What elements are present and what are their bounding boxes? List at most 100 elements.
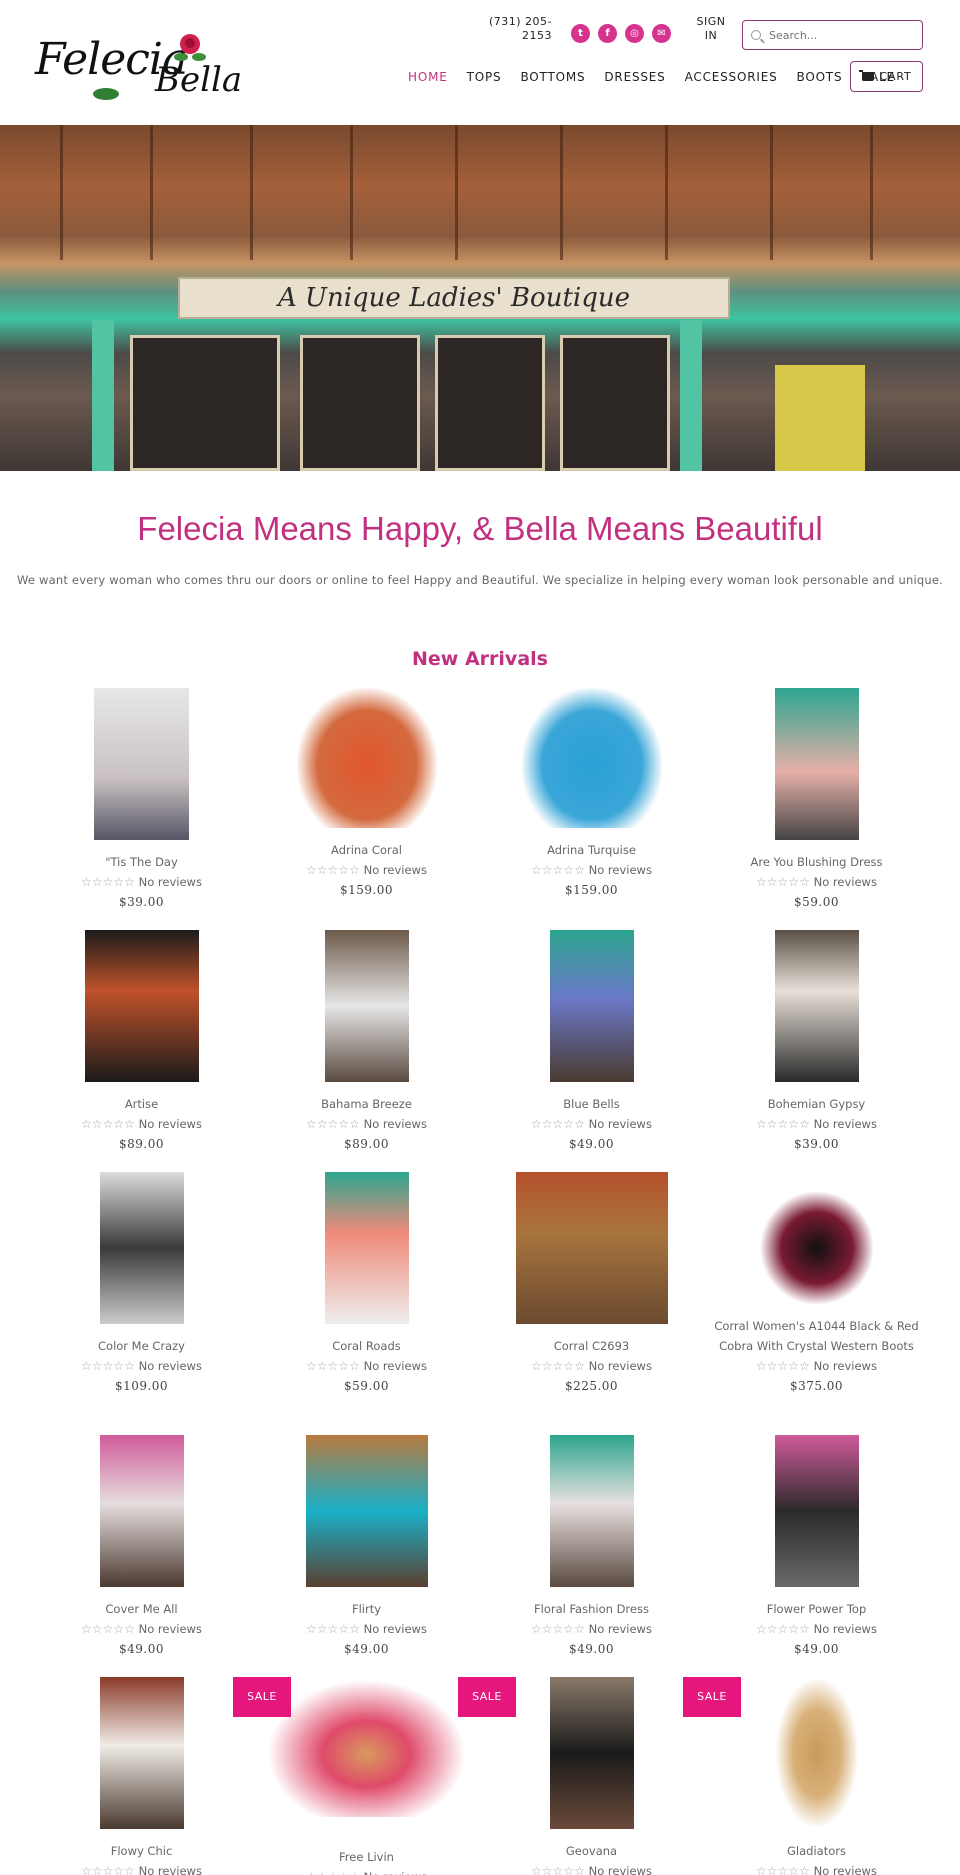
product-image[interactable] (549, 1677, 634, 1829)
product-image[interactable] (324, 930, 409, 1082)
product-image[interactable] (774, 1677, 859, 1829)
shop-window (560, 335, 670, 471)
product-card[interactable]: Flower Power Top ☆☆☆☆☆ No reviews $49.00 (704, 1435, 929, 1659)
product-card[interactable]: Coral Roads ☆☆☆☆☆ No reviews $59.00 (254, 1172, 479, 1396)
product-name[interactable]: Free Livin (254, 1847, 479, 1867)
product-image[interactable] (99, 1677, 184, 1829)
nav-dresses[interactable]: DRESSES (604, 70, 665, 84)
review-count: No reviews (138, 1864, 202, 1875)
product-card[interactable]: Corral Women's A1044 Black & Red Cobra W… (704, 1172, 929, 1396)
product-image[interactable] (305, 1435, 428, 1587)
product-image[interactable] (774, 1435, 859, 1587)
product-name[interactable]: Color Me Crazy (29, 1336, 254, 1356)
product-rating: ☆☆☆☆☆ No reviews (704, 872, 929, 892)
nav-home[interactable]: HOME (408, 70, 448, 84)
product-name[interactable]: Corral C2693 (479, 1336, 704, 1356)
twitter-icon[interactable]: t (571, 24, 590, 43)
product-card[interactable]: SALE Geovana ☆☆☆☆☆ No reviews (458, 1677, 704, 1875)
shop-sign-text: A Unique Ladies' Boutique (278, 283, 630, 313)
cart-button[interactable]: CART (850, 61, 923, 92)
product-card[interactable]: Color Me Crazy ☆☆☆☆☆ No reviews $109.00 (29, 1172, 254, 1396)
product-name[interactable]: Flowy Chic (29, 1841, 254, 1861)
product-name[interactable]: "Tis The Day (29, 852, 254, 872)
sign-in-link[interactable]: SIGN IN (695, 15, 727, 43)
product-name[interactable]: Flower Power Top (704, 1599, 929, 1619)
product-card[interactable]: Blue Bells ☆☆☆☆☆ No reviews $49.00 (479, 930, 704, 1154)
product-card[interactable]: Artise ☆☆☆☆☆ No reviews $89.00 (29, 930, 254, 1154)
star-icon: ☆☆☆☆☆ (531, 1622, 589, 1636)
star-icon: ☆☆☆☆☆ (531, 863, 589, 877)
review-count: No reviews (363, 1117, 427, 1131)
site-logo[interactable]: Felecia Bella (35, 34, 250, 112)
product-name[interactable]: Geovana (479, 1841, 704, 1861)
nav-bottoms[interactable]: BOTTOMS (520, 70, 585, 84)
product-card[interactable]: Adrina Coral ☆☆☆☆☆ No reviews $159.00 (254, 688, 479, 900)
product-name[interactable]: Blue Bells (479, 1094, 704, 1114)
product-name[interactable]: Floral Fashion Dress (479, 1599, 704, 1619)
product-card[interactable]: Cover Me All ☆☆☆☆☆ No reviews $49.00 (29, 1435, 254, 1659)
facebook-icon[interactable]: f (598, 24, 617, 43)
review-count: No reviews (813, 1864, 877, 1875)
product-image[interactable] (760, 1192, 873, 1304)
nav-boots[interactable]: BOOTS (797, 70, 843, 84)
product-image[interactable] (774, 688, 859, 840)
search-box[interactable] (742, 20, 923, 50)
product-name[interactable]: Bahama Breeze (254, 1094, 479, 1114)
product-image[interactable] (99, 1172, 184, 1324)
product-image[interactable] (264, 1677, 469, 1817)
product-card[interactable]: Flirty ☆☆☆☆☆ No reviews $49.00 (254, 1435, 479, 1659)
product-image[interactable] (521, 688, 662, 828)
star-icon: ☆☆☆☆☆ (306, 1359, 364, 1373)
product-image[interactable] (94, 688, 189, 840)
product-card[interactable]: SALEFree Livin☆☆☆☆☆ No reviews (233, 1677, 479, 1875)
product-name[interactable]: Adrina Coral (254, 840, 479, 860)
product-image[interactable] (515, 1172, 668, 1324)
product-image[interactable] (84, 930, 199, 1082)
product-image[interactable] (296, 688, 437, 828)
product-rating: ☆☆☆☆☆ No reviews (704, 1356, 929, 1376)
star-icon: ☆☆☆☆☆ (756, 1864, 814, 1875)
product-name[interactable]: Cover Me All (29, 1599, 254, 1619)
instagram-icon[interactable]: ◎ (625, 24, 644, 43)
product-name[interactable]: Flirty (254, 1599, 479, 1619)
product-image[interactable] (324, 1172, 409, 1324)
product-card[interactable]: Corral C2693 ☆☆☆☆☆ No reviews $225.00 (479, 1172, 704, 1396)
product-card[interactable]: Are You Blushing Dress ☆☆☆☆☆ No reviews $5… (704, 688, 929, 912)
product-name[interactable]: Artise (29, 1094, 254, 1114)
product-name[interactable]: Corral Women's A1044 Black & Red Cobra W… (704, 1316, 929, 1356)
product-card[interactable]: Bahama Breeze ☆☆☆☆☆ No reviews $89.00 (254, 930, 479, 1154)
roof-seam (665, 125, 668, 260)
porch-post (92, 320, 114, 471)
search-input[interactable] (769, 28, 909, 42)
product-card[interactable]: "Tis The Day ☆☆☆☆☆ No reviews $39.00 (29, 688, 254, 912)
product-card[interactable]: Adrina Turquise ☆☆☆☆☆ No reviews $159.00 (479, 688, 704, 900)
roof-seam (60, 125, 63, 260)
product-name[interactable]: Gladiators (704, 1841, 929, 1861)
product-price: $159.00 (564, 883, 619, 897)
product-price: $225.00 (564, 1379, 619, 1393)
product-card[interactable]: SALE Gladiators ☆☆☆☆☆ No reviews (683, 1677, 929, 1875)
product-name[interactable]: Adrina Turquise (479, 840, 704, 860)
product-name[interactable]: Bohemian Gypsy (704, 1094, 929, 1114)
review-count: No reviews (588, 863, 652, 877)
social-links: t f ◎ ✉ (571, 24, 671, 43)
product-name[interactable]: Coral Roads (254, 1336, 479, 1356)
nav-accessories[interactable]: ACCESSORIES (685, 70, 778, 84)
product-card[interactable]: Bohemian Gypsy ☆☆☆☆☆ No reviews $39.00 (704, 930, 929, 1154)
phone-number[interactable]: (731) 205-2153 (488, 15, 552, 43)
product-name[interactable]: Are You Blushing Dress (704, 852, 929, 872)
product-image[interactable] (549, 930, 634, 1082)
leaf-icon (93, 88, 119, 100)
mail-icon[interactable]: ✉ (652, 24, 671, 43)
product-rating: ☆☆☆☆☆ No reviews (29, 1114, 254, 1134)
product-card[interactable]: Floral Fashion Dress ☆☆☆☆☆ No reviews $49.… (479, 1435, 704, 1659)
product-image[interactable] (99, 1435, 184, 1587)
shop-door (435, 335, 545, 471)
star-icon: ☆☆☆☆☆ (756, 875, 814, 889)
product-price: $375.00 (789, 1379, 844, 1393)
product-image[interactable] (774, 930, 859, 1082)
product-image[interactable] (549, 1435, 634, 1587)
product-rating: ☆☆☆☆☆ No reviews (479, 1356, 704, 1376)
nav-tops[interactable]: TOPS (467, 70, 502, 84)
product-card[interactable]: Flowy Chic ☆☆☆☆☆ No reviews (29, 1677, 254, 1875)
